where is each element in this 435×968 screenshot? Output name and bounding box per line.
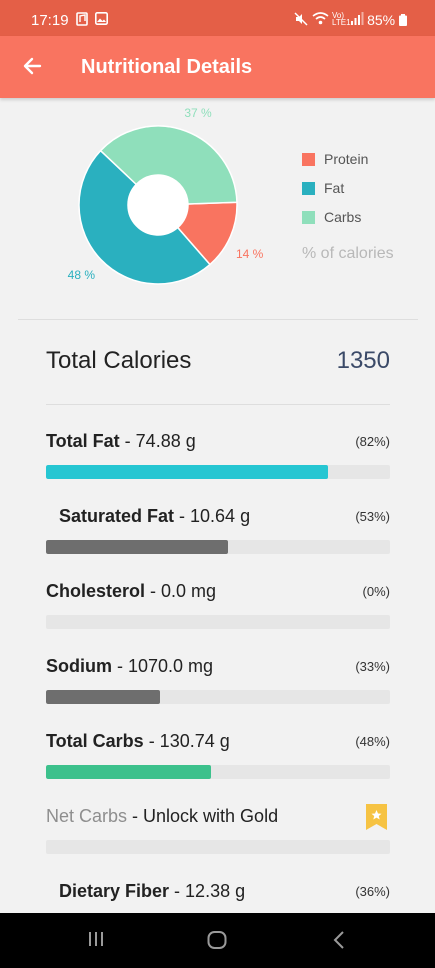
signal-icon [350, 12, 364, 28]
home-icon[interactable] [206, 929, 228, 956]
nutrient-label: Dietary Fiber [59, 881, 170, 901]
nutrient-row-net-carbs[interactable]: Net Carbs - Unlock with Gold [46, 804, 390, 856]
nutrient-progress-fill [46, 540, 229, 554]
total-calories-divider [46, 404, 390, 405]
donut-hole [128, 175, 188, 235]
battery-indicator: 85% [367, 12, 407, 28]
nutrient-label: Total Carbs [46, 731, 144, 751]
nutrient-daily-percent: (48%) [355, 734, 390, 749]
nutrient-amount: - 74.88 g [119, 431, 196, 451]
nutrient-daily-percent: (0%) [362, 584, 390, 599]
legend-label-fat: Fat [324, 180, 345, 196]
mute-icon [294, 12, 308, 29]
volte-icon: Vo) LTE1 [332, 11, 351, 27]
nutrient-amount: - 10.64 g [174, 506, 251, 526]
system-nav-bar [0, 913, 435, 968]
nutrient-row-cholesterol: Cholesterol - 0.0 mg (0%) [46, 581, 390, 631]
nutrient-label: Saturated Fat [59, 506, 175, 526]
nutrient-name: Saturated Fat - 10.64 g [59, 506, 250, 527]
donut-label-fat: 48 % [68, 268, 96, 282]
battery-percent: 85% [367, 12, 396, 28]
donut-label-carbs: 37 % [184, 106, 212, 120]
nutrient-amount: - 12.38 g [169, 881, 246, 901]
total-calories-label: Total Calories [46, 347, 192, 374]
nutrient-name: Total Carbs - 130.74 g [46, 731, 230, 752]
nutrient-amount: - Unlock with Gold [127, 806, 279, 826]
legend-swatch-carbs [302, 211, 315, 224]
nutrient-daily-percent: (33%) [355, 659, 390, 674]
legend-label-protein: Protein [324, 151, 369, 167]
legend-swatch-fat [302, 182, 315, 195]
nutrient-progress-track [46, 540, 390, 554]
nutrient-amount: - 0.0 mg [145, 581, 217, 601]
nutrient-daily-percent: (36%) [355, 884, 390, 899]
nutrient-label: Sodium [46, 656, 112, 676]
nutrient-name: Dietary Fiber - 12.38 g [59, 881, 245, 902]
total-calories-value: 1350 [336, 347, 390, 374]
legend-label-carbs: Carbs [324, 209, 362, 225]
app-bar: Nutritional Details [0, 36, 435, 98]
nutrient-progress-track [46, 465, 390, 479]
nutrient-daily-percent: (53%) [355, 509, 390, 524]
nutrient-label: Net Carbs [46, 806, 128, 826]
nutrient-name: Sodium - 1070.0 mg [46, 656, 213, 677]
nutrient-progress-track [46, 840, 390, 854]
total-calories-row: Total Calories 1350 [46, 347, 390, 377]
nutrient-label: Cholesterol [46, 581, 146, 601]
nutrient-progress-fill [46, 465, 329, 479]
nutrient-row-sodium: Sodium - 1070.0 mg (33%) [46, 656, 390, 706]
nutrient-name: Net Carbs - Unlock with Gold [46, 806, 278, 827]
battery-icon [399, 14, 407, 26]
legend-swatch-protein [302, 153, 315, 166]
nutrient-label: Total Fat [46, 431, 120, 451]
back-button[interactable] [20, 53, 46, 79]
nutrient-name: Cholesterol - 0.0 mg [46, 581, 216, 602]
nutrient-name: Total Fat - 74.88 g [46, 431, 196, 452]
nutrient-row-total-fat: Total Fat - 74.88 g (82%) [46, 431, 390, 481]
arrow-left-icon [23, 57, 42, 75]
status-time: 17:19 [31, 12, 69, 29]
nutrient-progress-fill [46, 765, 212, 779]
nutrient-progress-fill [46, 690, 160, 704]
nutrient-progress-track [46, 690, 390, 704]
wifi-icon [312, 12, 329, 28]
nutrient-amount: - 1070.0 mg [112, 656, 214, 676]
gold-star-bookmark-icon[interactable] [366, 804, 387, 830]
recent-apps-icon[interactable] [86, 929, 106, 954]
calorie-breakdown-chart: 14 % 48 % 37 % Protein Fat Carbs % of calo… [0, 98, 435, 320]
donut-label-protein: 14 % [236, 247, 264, 261]
nutrient-row-saturated-fat: Saturated Fat - 10.64 g (53%) [46, 506, 390, 556]
status-bar: 17:19 Vo) LTE1 85% [0, 0, 435, 36]
music-note-icon [76, 12, 88, 29]
image-icon [95, 12, 108, 28]
back-icon[interactable] [331, 929, 347, 956]
legend-unit-note: % of calories [302, 245, 394, 262]
section-divider [18, 319, 418, 320]
nutrient-row-total-carbs: Total Carbs - 130.74 g (48%) [46, 731, 390, 781]
page-title: Nutritional Details [81, 56, 253, 78]
nutrient-daily-percent: (82%) [355, 434, 390, 449]
nutrient-progress-track [46, 765, 390, 779]
nutrient-amount: - 130.74 g [143, 731, 230, 751]
nutrient-progress-track [46, 615, 390, 629]
donut-chart: 14 % 48 % 37 % [68, 106, 264, 285]
